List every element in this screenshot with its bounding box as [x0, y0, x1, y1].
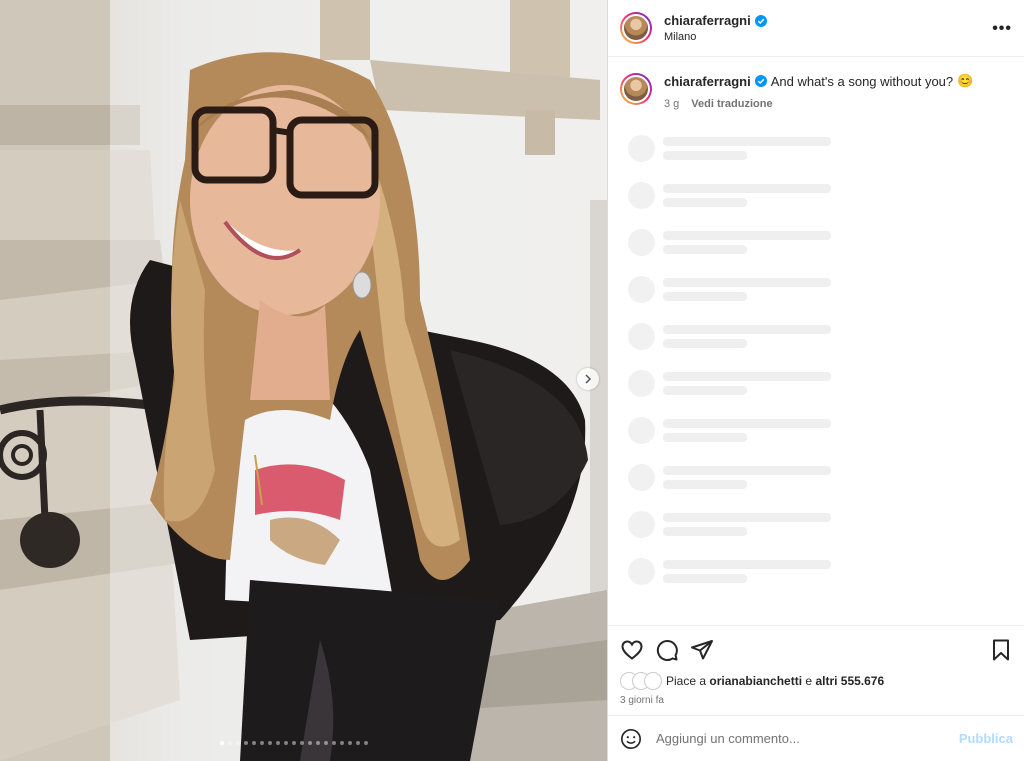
see-translation-link[interactable]: Vedi traduzione	[691, 98, 772, 110]
post-side-panel: chiaraferragni Milano ••• chiaraferragni	[607, 0, 1024, 761]
carousel-dot	[308, 741, 312, 745]
carousel-dot	[276, 741, 280, 745]
post-location[interactable]: Milano	[664, 31, 767, 43]
author-username[interactable]: chiaraferragni	[664, 13, 751, 28]
publish-button[interactable]: Pubblica	[959, 731, 1013, 746]
carousel-dot	[260, 741, 264, 745]
caption-text: And what's a song without you?	[770, 73, 954, 89]
caption-username[interactable]: chiaraferragni	[664, 74, 751, 89]
carousel-dot	[228, 741, 232, 745]
skeleton-row	[628, 266, 1024, 313]
smiley-icon[interactable]	[620, 728, 642, 750]
comment-icon[interactable]	[655, 638, 679, 662]
heart-icon[interactable]	[620, 638, 644, 662]
more-options-icon[interactable]: •••	[992, 20, 1012, 38]
skeleton-row	[628, 454, 1024, 501]
carousel-dot	[324, 741, 328, 745]
likes-count[interactable]: altri 555.676	[815, 674, 884, 688]
carousel-dot	[356, 741, 360, 745]
comments-loading-skeleton	[608, 125, 1024, 595]
carousel-dot	[292, 741, 296, 745]
bookmark-icon[interactable]	[989, 638, 1013, 662]
post-header: chiaraferragni Milano •••	[608, 0, 1024, 57]
post-caption: chiaraferragni And what's a song without…	[608, 57, 1024, 125]
carousel-dot	[340, 741, 344, 745]
liker-avatars	[620, 672, 666, 690]
chevron-right-icon	[585, 374, 592, 384]
carousel-dot	[316, 741, 320, 745]
carousel-dot	[236, 741, 240, 745]
post-actions: Piace a orianabianchetti e altri 555.676…	[608, 625, 1024, 715]
skeleton-row	[628, 172, 1024, 219]
carousel-dot	[332, 741, 336, 745]
post-photo	[0, 0, 607, 761]
carousel-dot	[220, 741, 224, 745]
skeleton-row	[628, 313, 1024, 360]
likes-middle: e	[805, 674, 813, 688]
skeleton-row	[628, 501, 1024, 548]
comment-input[interactable]	[656, 731, 959, 746]
caption-avatar[interactable]	[620, 73, 652, 105]
verified-badge-icon	[754, 14, 767, 27]
carousel-dot	[244, 741, 248, 745]
post-media[interactable]	[0, 0, 607, 761]
carousel-dot	[268, 741, 272, 745]
carousel-dot	[348, 741, 352, 745]
verified-badge-icon	[754, 75, 767, 87]
skeleton-row	[628, 548, 1024, 595]
skeleton-row	[628, 360, 1024, 407]
carousel-dot	[364, 741, 368, 745]
carousel-dot	[252, 741, 256, 745]
skeleton-row	[628, 125, 1024, 172]
likes-summary[interactable]: Piace a orianabianchetti e altri 555.676	[620, 672, 1013, 690]
skeleton-row	[628, 407, 1024, 454]
caption-age[interactable]: 3 g	[664, 98, 679, 110]
carousel-indicator	[220, 741, 368, 745]
send-icon[interactable]	[690, 638, 714, 662]
carousel-dot	[300, 741, 304, 745]
add-comment-bar: Pubblica	[608, 715, 1024, 761]
likes-prefix: Piace a	[666, 674, 707, 688]
liker-username[interactable]: orianabianchetti	[709, 674, 802, 688]
author-avatar[interactable]	[620, 12, 652, 44]
skeleton-row	[628, 219, 1024, 266]
smiley-emoji-icon: 😊	[957, 73, 974, 88]
carousel-next-button[interactable]	[577, 368, 599, 390]
carousel-dot	[284, 741, 288, 745]
post-date[interactable]: 3 giorni fa	[620, 695, 1013, 706]
